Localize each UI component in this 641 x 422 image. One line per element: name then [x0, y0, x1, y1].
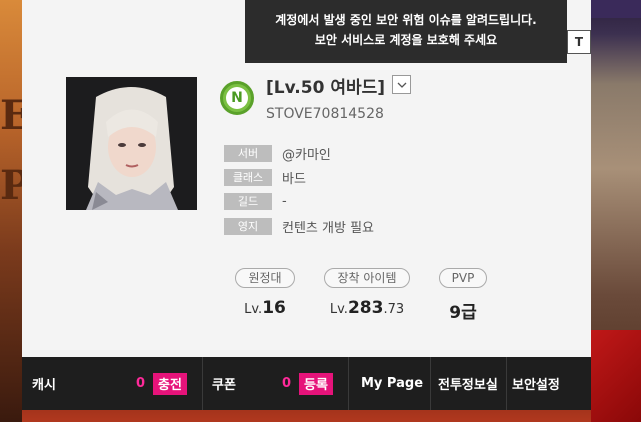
stat-item-level-label: 장착 아이템 — [324, 268, 410, 288]
info-value-estate: 컨텐츠 개방 필요 — [282, 220, 374, 236]
tooltip-line-2: 보안 서비스로 계정을 보호해 주세요 — [314, 33, 498, 47]
security-settings-link[interactable]: 보안설정 — [512, 357, 560, 410]
character-name: [Lv.50 여바드] — [266, 78, 386, 98]
register-button-wrap: 등록 — [299, 357, 333, 410]
stat-pvp-value: 9급 — [449, 303, 477, 323]
cash-label: 캐시 — [32, 378, 56, 393]
info-tag-class: 클래스 — [224, 168, 272, 186]
mypage-link[interactable]: My Page — [361, 357, 423, 410]
divider — [202, 357, 203, 410]
background-gift-art — [591, 330, 641, 422]
info-value-server: @카마인 — [282, 147, 331, 163]
class-badge: N — [220, 81, 254, 115]
info-row-server: 서버 @카마인 — [224, 144, 331, 163]
info-tag-server: 서버 — [224, 144, 272, 162]
charge-button[interactable]: 충전 — [153, 372, 187, 395]
avatar-portrait-icon — [66, 77, 197, 210]
coupon-label: 쿠폰 — [212, 378, 236, 393]
stat-item-level-value: Lv.283.73 — [329, 298, 405, 318]
coupon-register-button[interactable]: 등록 — [299, 372, 333, 395]
stat-expedition-label: 원정대 — [235, 268, 295, 288]
battle-info-link[interactable]: 전투정보실 — [438, 357, 498, 410]
info-tag-guild: 길드 — [224, 192, 272, 210]
stat-item-level: 장착 아이템 Lv.283.73 — [318, 267, 416, 318]
account-id: STOVE70814528 — [266, 106, 384, 122]
divider — [506, 357, 507, 410]
info-row-guild: 길드 - — [224, 192, 287, 210]
stat-expedition: 원정대 Lv.16 — [232, 267, 298, 318]
coupon-count: 0 — [282, 376, 292, 391]
cash-count: 0 — [136, 376, 146, 391]
tooltip-line-1: 계정에서 발생 중인 보안 위험 이슈를 알려드립니다. — [275, 13, 537, 27]
logout-button-partial[interactable]: T — [567, 30, 591, 54]
character-select-dropdown[interactable] — [392, 75, 411, 94]
class-badge-letter: N — [226, 87, 248, 109]
info-row-estate: 영지 컨텐츠 개방 필요 — [224, 217, 374, 236]
divider — [348, 357, 349, 410]
stat-expedition-value: Lv.16 — [244, 298, 286, 318]
account-navbar: 캐시 0 충전 쿠폰 0 등록 My Page 전투정보실 보안설정 — [22, 357, 591, 410]
divider — [430, 357, 431, 410]
stat-pvp-label: PVP — [438, 268, 488, 288]
info-value-class: 바드 — [282, 171, 306, 187]
info-tag-estate: 영지 — [224, 217, 272, 235]
info-row-class: 클래스 바드 — [224, 168, 306, 187]
chevron-down-icon — [397, 82, 406, 88]
stat-pvp: PVP 9급 — [430, 267, 496, 323]
charge-button-wrap: 충전 — [153, 357, 187, 410]
security-alert-tooltip[interactable]: 계정에서 발생 중인 보안 위험 이슈를 알려드립니다. 보안 서비스로 계정을… — [245, 0, 567, 63]
character-avatar — [66, 77, 197, 210]
info-value-guild: - — [282, 193, 287, 209]
background-art-left — [0, 0, 22, 422]
